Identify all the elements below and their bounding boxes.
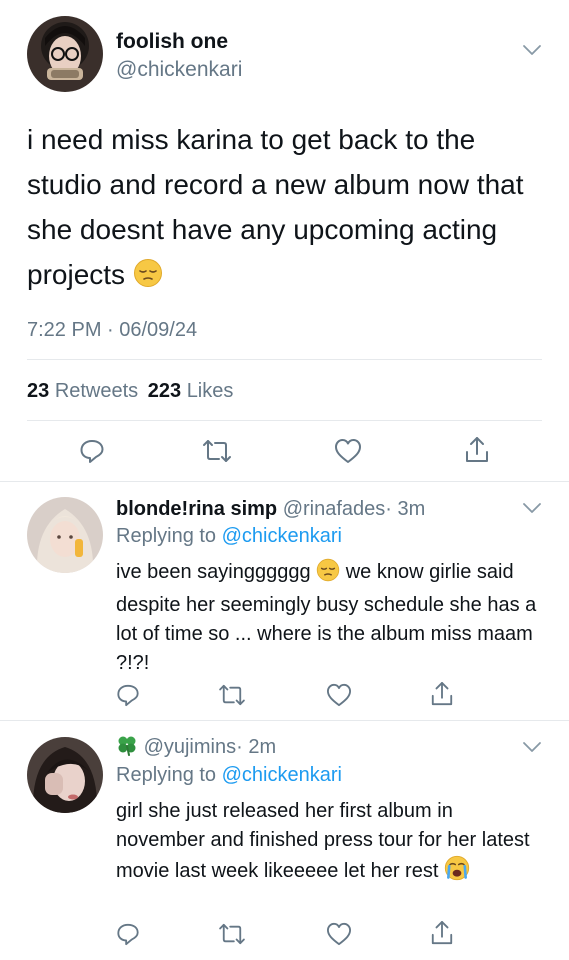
divider — [0, 481, 569, 482]
reply-1-replying-to: Replying to @chickenkari — [116, 523, 342, 549]
likes-count[interactable]: 223 — [148, 380, 181, 402]
reply-2-handle[interactable]: @yujimins — [144, 736, 237, 758]
chevron-down-icon[interactable] — [522, 44, 542, 56]
divider — [27, 420, 542, 421]
like-icon[interactable] — [326, 922, 352, 946]
main-display-name[interactable]: foolish one — [116, 29, 228, 55]
retweet-icon[interactable] — [218, 923, 246, 945]
replying-to-label: Replying to — [116, 764, 217, 786]
reply-1-time[interactable]: · 3m — [385, 498, 425, 520]
divider — [27, 359, 542, 360]
main-tweet-text: i need miss karina to get back to the st… — [27, 117, 532, 301]
reply-icon[interactable] — [116, 922, 140, 946]
replying-to-handle[interactable]: @chickenkari — [222, 525, 342, 547]
main-handle[interactable]: @chickenkari — [116, 57, 242, 83]
reply-2-header: @yujimins· 2m — [116, 734, 276, 763]
retweet-icon[interactable] — [218, 684, 246, 706]
pensive-emoji — [316, 558, 340, 591]
avatar-main[interactable] — [27, 16, 103, 92]
retweet-icon[interactable] — [202, 439, 232, 463]
main-tweet-body: i need miss karina to get back to the st… — [27, 124, 524, 290]
main-timestamp[interactable]: 7:22 PM · 06/09/24 — [27, 318, 197, 342]
reply-icon[interactable] — [116, 683, 140, 707]
retweets-count[interactable]: 23 — [27, 380, 49, 402]
crying-emoji — [444, 855, 470, 890]
share-icon[interactable] — [430, 681, 454, 707]
engagement-stats: 23 Retweets 223 Likes — [27, 378, 233, 404]
like-icon[interactable] — [326, 683, 352, 707]
clover-emoji — [116, 734, 138, 763]
reply-2-replying-to: Replying to @chickenkari — [116, 762, 342, 788]
share-icon[interactable] — [464, 436, 490, 464]
chevron-down-icon[interactable] — [522, 741, 542, 753]
reply-1-text: ive been sayingggggg we know girlie said… — [116, 558, 541, 678]
replying-to-handle[interactable]: @chickenkari — [222, 764, 342, 786]
reply-1-text-start: ive been sayingggggg — [116, 561, 311, 583]
chevron-down-icon[interactable] — [522, 502, 542, 514]
reply-1-handle[interactable]: @rinafades — [283, 498, 386, 520]
reply-1-header: blonde!rina simp @rinafades· 3m — [116, 496, 425, 522]
share-icon[interactable] — [430, 920, 454, 946]
retweets-label[interactable]: Retweets — [55, 380, 138, 402]
likes-label[interactable]: Likes — [187, 380, 234, 402]
like-icon[interactable] — [334, 438, 362, 464]
reply-2-text: girl she just released her first album i… — [116, 797, 546, 890]
avatar-reply-2[interactable] — [27, 737, 103, 813]
pensive-emoji — [133, 256, 163, 301]
divider — [0, 720, 569, 721]
avatar-reply-1[interactable] — [27, 497, 103, 573]
reply-icon[interactable] — [79, 438, 105, 464]
reply-1-display-name[interactable]: blonde!rina simp — [116, 498, 277, 520]
reply-2-time[interactable]: · 2m — [236, 736, 276, 758]
replying-to-label: Replying to — [116, 525, 217, 547]
